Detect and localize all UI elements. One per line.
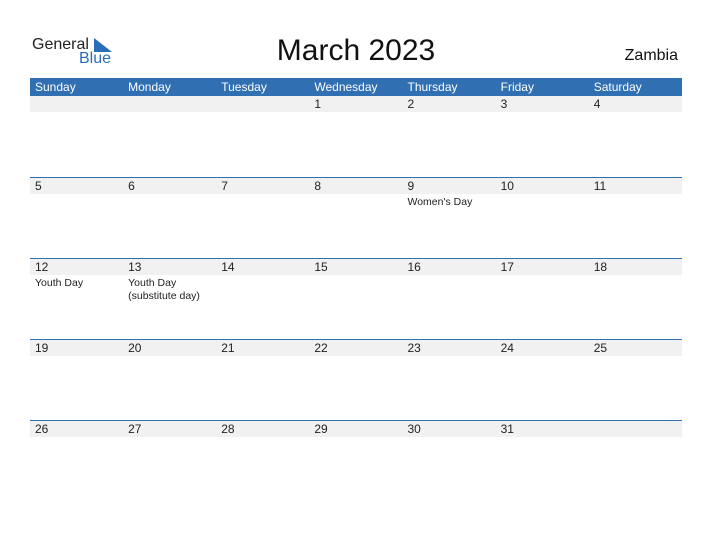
holiday-label	[123, 112, 216, 114]
week-date-row: 1 2 3 4	[30, 96, 682, 112]
week-events-row	[30, 356, 682, 358]
day-number: 10	[500, 179, 514, 193]
weekday-thursday: Thursday	[407, 80, 458, 94]
day-number	[216, 96, 309, 112]
day-number: 11	[593, 179, 607, 193]
holiday-label	[589, 112, 682, 114]
day-number: 8	[314, 179, 322, 193]
day-number: 24	[500, 341, 514, 355]
weekday-friday: Friday	[500, 80, 534, 94]
holiday-label	[309, 194, 402, 209]
holiday-label	[589, 356, 682, 358]
calendar-week: 5 6 7 8 9 10 11 Women's Day	[30, 177, 682, 258]
holiday-label: Women's Day	[407, 196, 473, 208]
holiday-label	[216, 112, 309, 114]
holiday-label	[589, 437, 682, 439]
day-number: 12	[35, 260, 49, 274]
calendar-week: 12 13 14 15 16 17 18 Youth Day Youth Day (substi…	[30, 258, 682, 339]
holiday-label	[496, 356, 589, 358]
day-number: 15	[314, 260, 328, 274]
day-number: 2	[407, 97, 415, 111]
day-number: 7	[221, 179, 228, 193]
country-label: Zambia	[624, 47, 678, 64]
day-number: 27	[128, 422, 142, 436]
holiday-label	[123, 437, 216, 439]
day-number: 6	[128, 179, 135, 193]
day-number: 13	[128, 260, 142, 274]
day-number: 21	[221, 341, 235, 355]
weekday-saturday: Saturday	[593, 80, 642, 94]
holiday-label	[496, 194, 589, 209]
holiday-label: Youth Day	[35, 277, 84, 289]
day-number: 1	[314, 97, 322, 111]
day-number: 30	[407, 422, 421, 436]
day-number	[589, 421, 682, 437]
holiday-label	[589, 194, 682, 209]
day-number: 17	[500, 260, 514, 274]
weekday-sunday: Sunday	[35, 80, 76, 94]
week-events-row: Youth Day Youth Day (substitute day)	[30, 275, 682, 303]
day-number: 23	[407, 341, 421, 355]
calendar-week: 26 27 28 29 30 31	[30, 420, 682, 501]
weekday-tuesday: Tuesday	[221, 80, 267, 94]
day-number: 22	[314, 341, 328, 355]
day-number: 16	[407, 260, 421, 274]
holiday-label	[403, 356, 496, 358]
holiday-label: Youth Day (substitute day)	[128, 277, 200, 302]
day-number: 9	[407, 179, 415, 193]
day-number: 26	[35, 422, 49, 436]
weekday-wednesday: Wednesday	[314, 80, 378, 94]
page-title: March 2023	[276, 34, 436, 67]
holiday-label	[216, 437, 309, 439]
holiday-label	[403, 437, 496, 439]
holiday-label	[403, 275, 496, 303]
week-date-row: 12 13 14 15 16 17 18	[30, 258, 682, 275]
holiday-label	[309, 356, 402, 358]
holiday-label	[30, 356, 123, 358]
day-number: 25	[593, 341, 608, 355]
holiday-label	[496, 275, 589, 303]
day-number: 19	[35, 341, 49, 355]
holiday-label	[30, 194, 123, 209]
day-number: 20	[128, 341, 142, 355]
holiday-label	[496, 437, 589, 439]
weekday-monday: Monday	[128, 80, 171, 94]
day-number: 5	[35, 179, 42, 193]
holiday-label	[216, 194, 309, 209]
holiday-label	[309, 275, 402, 303]
day-number	[123, 96, 216, 112]
holiday-label	[123, 194, 216, 209]
holiday-label	[309, 437, 402, 439]
day-number: 3	[500, 97, 508, 111]
holiday-label	[309, 112, 402, 114]
day-number: 18	[593, 260, 608, 274]
week-date-row: 26 27 28 29 30 31	[30, 420, 682, 437]
week-date-row: 5 6 7 8 9 10 11	[30, 177, 682, 194]
calendar-week: 1 2 3 4	[30, 96, 682, 177]
day-number: 4	[593, 97, 601, 111]
calendar-week: 19 20 21 22 23 24 25	[30, 339, 682, 420]
day-number: 31	[500, 422, 514, 436]
week-events-row	[30, 437, 682, 439]
holiday-label	[30, 437, 123, 439]
holiday-label	[589, 275, 682, 303]
week-date-row: 19 20 21 22 23 24 25	[30, 339, 682, 356]
holiday-label	[216, 356, 309, 358]
holiday-label	[123, 356, 216, 358]
day-number: 28	[221, 422, 235, 436]
week-events-row	[30, 112, 682, 114]
day-number: 14	[221, 260, 235, 274]
holiday-label	[216, 275, 309, 303]
day-number	[30, 96, 123, 112]
week-events-row: Women's Day	[30, 194, 682, 209]
holiday-label	[403, 112, 496, 114]
weekday-header: Sunday Monday Tuesday Wednesday Thursday…	[30, 78, 682, 96]
day-number: 29	[314, 422, 328, 436]
holiday-label	[30, 112, 123, 114]
holiday-label	[496, 112, 589, 114]
